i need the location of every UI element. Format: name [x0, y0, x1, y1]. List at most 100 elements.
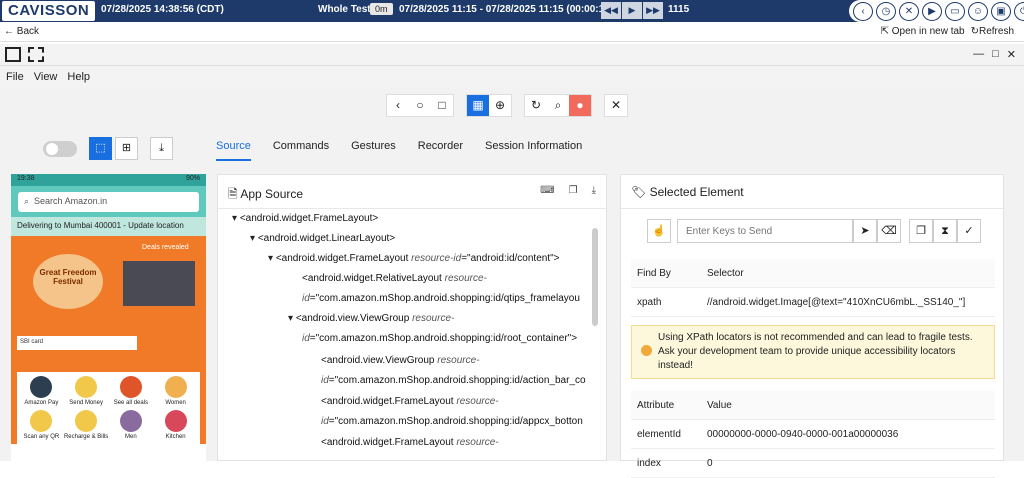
back-link[interactable]: ← Back	[4, 26, 39, 37]
menu-file[interactable]: File	[6, 71, 24, 83]
shortcut-card[interactable]: Women	[153, 376, 198, 406]
app-source-title: App Source	[240, 187, 304, 201]
tree-node[interactable]: ▾ <android.widget.LinearLayout>	[250, 229, 395, 249]
record-icon[interactable]: ●	[569, 95, 591, 116]
shortcut-label: Amazon Pay	[24, 400, 59, 406]
mode-toggle[interactable]	[43, 141, 77, 157]
shortcut-label: See all deals	[113, 400, 149, 406]
table-row[interactable]: xpath //android.widget.Image[@text="410X…	[631, 288, 995, 317]
home-icon[interactable]: ○	[409, 95, 431, 116]
download-xml-icon[interactable]: ⤓	[592, 185, 596, 198]
forward-button[interactable]: ▶▶	[643, 2, 663, 19]
send-keys-button[interactable]: ➤	[853, 219, 877, 243]
search-icon[interactable]: ⌕	[547, 95, 569, 116]
tree-node[interactable]: <android.view.ViewGroup resource-	[321, 351, 480, 371]
table-row[interactable]: elementId 00000000-0000-0940-0000-001a00…	[631, 420, 995, 449]
swipe-button[interactable]: ⊞	[115, 137, 138, 160]
shortcut-card[interactable]: See all deals	[109, 376, 154, 406]
node-tag: <android.widget.FrameLayout>	[239, 213, 379, 224]
toggle-attributes-icon[interactable]: ⌨	[540, 185, 554, 198]
collapse-chevron-icon[interactable]: ▾	[250, 233, 255, 244]
attribute-table: Attribute Value elementId 00000000-0000-…	[631, 391, 995, 478]
screenshot-icon[interactable]	[5, 47, 21, 62]
fullscreen-icon[interactable]	[28, 47, 44, 62]
get-timing-button[interactable]: ⧗	[933, 219, 957, 243]
tab-recorder[interactable]: Recorder	[418, 140, 463, 161]
clock-icon[interactable]: ◷	[876, 1, 896, 21]
menu-view[interactable]: View	[34, 71, 58, 83]
collapse-chevron-icon[interactable]: ▾	[288, 313, 293, 324]
shortcut-card[interactable]: Recharge & Bills	[64, 410, 109, 440]
quit-session-icon[interactable]: ✕	[605, 95, 627, 116]
tree-node[interactable]: <android.widget.FrameLayout resource-	[321, 392, 499, 412]
close-window-icon[interactable]: ✕	[1007, 48, 1016, 61]
node-tag: <android.widget.FrameLayout	[275, 253, 409, 264]
power-icon[interactable]: ⏻	[1014, 1, 1024, 21]
element-action-row: ☝ ➤ ⌫ ❐ ⧗ ✓	[647, 219, 981, 243]
tab-session-information[interactable]: Session Information	[485, 140, 582, 161]
native-mode-icon[interactable]: ▦	[467, 95, 489, 116]
tab-commands[interactable]: Commands	[273, 140, 329, 161]
send-keys-input[interactable]	[677, 219, 853, 243]
men-icon	[119, 410, 142, 432]
download-screenshot-button[interactable]: ⤓	[150, 137, 173, 160]
menu-help[interactable]: Help	[67, 71, 90, 83]
play-button[interactable]: ▶	[622, 2, 642, 19]
node-attr: id	[321, 375, 329, 386]
tree-node[interactable]: ▾ <android.widget.FrameLayout>	[232, 209, 378, 229]
select-element-button[interactable]: ⬚	[89, 137, 112, 160]
phone-search-bar[interactable]: ⌕ Search Amazon.in	[18, 192, 199, 212]
web-mode-icon[interactable]: ⊕	[489, 95, 511, 116]
selector-table: Find By Selector xpath //android.widget.…	[631, 259, 995, 317]
shortcut-card[interactable]: Scan any QR	[19, 410, 64, 440]
open-new-tab-link[interactable]: ⇱ Open in new tab	[881, 26, 965, 37]
back-nav-icon[interactable]: ‹	[853, 1, 873, 21]
shortcut-card[interactable]: Send Money	[64, 376, 109, 406]
attribute-header: Attribute	[637, 399, 675, 411]
phone-banner[interactable]: Great Freedom Festival Deals revealed SB…	[11, 236, 206, 366]
tree-node[interactable]: <android.widget.RelativeLayout resource-	[302, 269, 487, 289]
collapse-chevron-icon[interactable]: ▾	[232, 213, 237, 224]
sbi-offer: SBI card	[17, 336, 137, 350]
node-value: ="android:id/content">	[461, 253, 560, 264]
monitor-icon[interactable]: ▭	[945, 1, 965, 21]
back-icon[interactable]: ‹	[387, 95, 409, 116]
tree-node[interactable]: ▾ <android.view.ViewGroup resource-	[288, 309, 454, 329]
device-screenshot[interactable]: 19:38 90% ⌕ Search Amazon.in Delivering …	[11, 174, 206, 461]
maximize-icon[interactable]: □	[992, 48, 999, 61]
tree-node[interactable]: ▾ <android.widget.FrameLayout resource-i…	[268, 249, 559, 269]
refresh-icon[interactable]: ↻	[525, 95, 547, 116]
tree-node[interactable]: <android.widget.FrameLayout resource-	[321, 433, 499, 453]
play-circle-icon[interactable]: ▶	[922, 1, 942, 21]
tab-source[interactable]: Source	[216, 140, 251, 161]
copy-attributes-button[interactable]: ❐	[909, 219, 933, 243]
tab-gestures[interactable]: Gestures	[351, 140, 396, 161]
user-icon[interactable]: ☺	[968, 1, 988, 21]
minimize-icon[interactable]: —	[973, 48, 984, 61]
node-attr: id	[302, 333, 310, 344]
tree-node-continuation: id="com.amazon.mShop.android.shopping:id…	[321, 371, 586, 391]
collapse-chevron-icon[interactable]: ▾	[268, 253, 273, 264]
check-button[interactable]: ✓	[957, 219, 981, 243]
test-label: Whole Test	[318, 4, 371, 15]
source-scrollbar[interactable]	[592, 228, 598, 326]
menu-bar: File View Help	[0, 66, 1024, 88]
shortcut-card[interactable]: Kitchen	[153, 410, 198, 440]
refresh-link[interactable]: ↻Refresh	[971, 26, 1014, 37]
rewind-button[interactable]: ◀◀	[601, 2, 621, 19]
shortcut-card[interactable]: Amazon Pay	[19, 376, 64, 406]
festival-badge: Great Freedom Festival	[33, 254, 103, 309]
node-value: ="com.amazon.mShop.android.shopping:id/a…	[328, 375, 586, 386]
screen-icon[interactable]: ▣	[991, 1, 1011, 21]
recents-icon[interactable]: □	[431, 95, 453, 116]
node-attr: id	[321, 416, 329, 427]
shortcut-card[interactable]: Men	[109, 410, 154, 440]
clear-button[interactable]: ⌫	[877, 219, 901, 243]
duration-badge[interactable]: 0m	[370, 3, 393, 15]
copy-xml-icon[interactable]: ❐	[569, 185, 578, 198]
tap-element-button[interactable]: ☝	[647, 219, 671, 243]
tools-icon[interactable]: ✕	[899, 1, 919, 21]
selector-table-header: Find By Selector	[631, 259, 995, 288]
table-row[interactable]: index 0	[631, 449, 995, 478]
phone-delivery-bar[interactable]: Delivering to Mumbai 400001 - Update loc…	[11, 217, 206, 236]
